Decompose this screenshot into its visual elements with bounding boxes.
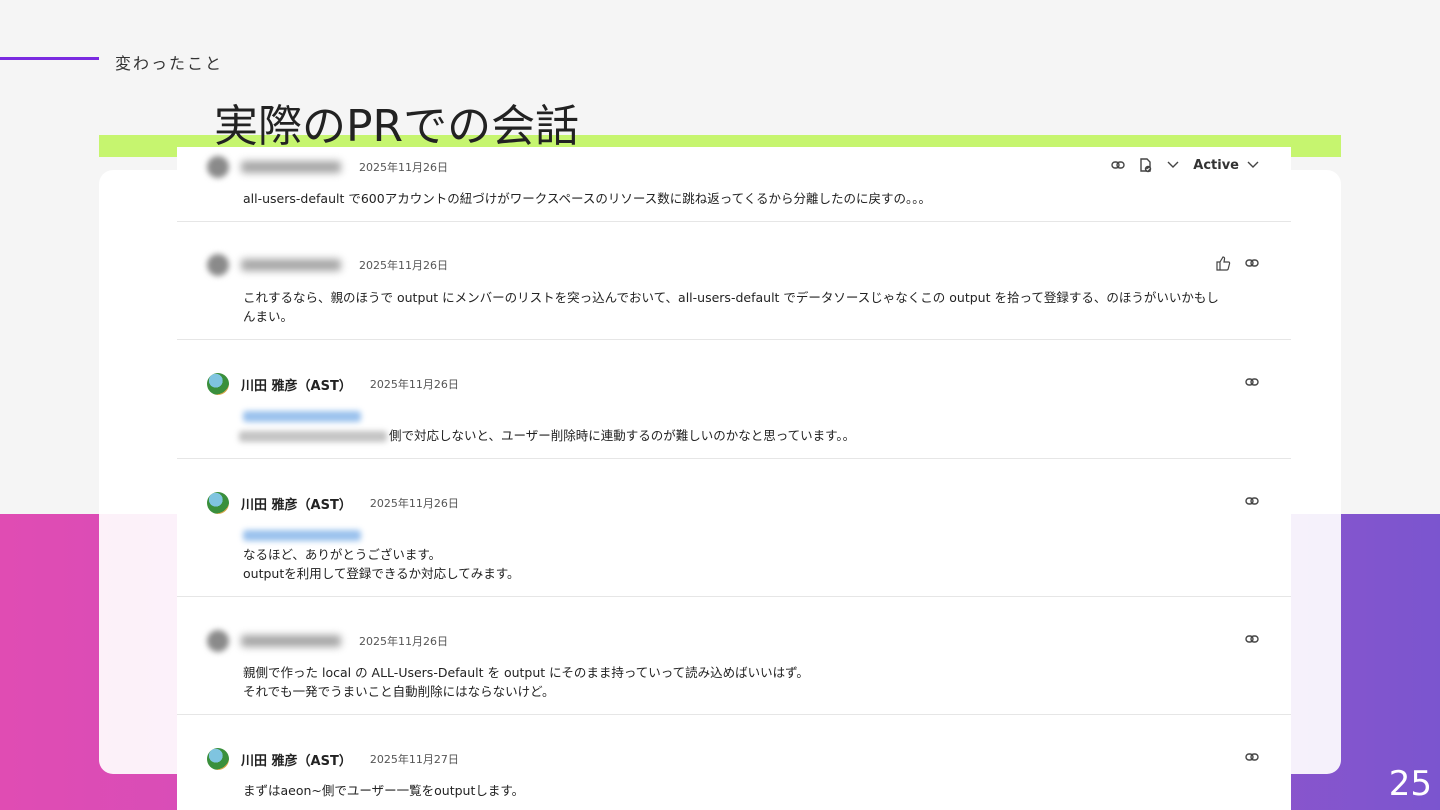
comment-item: 2025年11月26日 これするなら、親のほうで output にメンバーのリス… xyxy=(177,242,1291,340)
comment-line: 側で対応しないと、ユーザー削除時に連動するのが難しいのかなと思っています。。 xyxy=(389,428,856,443)
comment-date: 2025年11月26日 xyxy=(369,378,459,391)
avatar xyxy=(207,373,229,395)
page-number: 25 xyxy=(1388,764,1432,804)
link-icon[interactable] xyxy=(1245,496,1259,506)
link-icon[interactable] xyxy=(1245,377,1259,387)
thumbs-up-icon[interactable] xyxy=(1216,255,1231,271)
mention-redacted xyxy=(243,411,361,422)
comment-item: 2025年11月26日 親側で作った local の ALL-Users-Def… xyxy=(177,617,1291,715)
comment-item: 川田 雅彦（AST） 2025年11月27日 まずはaeon~側でユーザー一覧を… xyxy=(177,735,1291,810)
slide-title: 実際のPRでの会話 xyxy=(214,101,580,152)
comment-date: 2025年11月26日 xyxy=(359,161,448,174)
comment-line: all-users-default で600アカウントの紐づけがワークスペースの… xyxy=(243,191,931,206)
comment-body: 親側で作った local の ALL-Users-Default を outpu… xyxy=(243,663,1273,701)
author-name: 川田 雅彦（AST） xyxy=(241,378,352,394)
comment-date: 2025年11月26日 xyxy=(359,635,448,648)
comment-date: 2025年11月26日 xyxy=(359,259,448,272)
comment-line: 親側で作った local の ALL-Users-Default を outpu… xyxy=(243,665,809,680)
avatar xyxy=(207,748,229,770)
section-accent-line xyxy=(0,57,99,60)
avatar xyxy=(207,254,229,276)
link-icon[interactable] xyxy=(1111,160,1125,170)
comment-body: all-users-default で600アカウントの紐づけがワークスペースの… xyxy=(243,189,1273,208)
comment-line: なるほど、ありがとうございます。 xyxy=(243,547,442,562)
comment-line: それでも一発でうまいこと自動削除にはならないけど。 xyxy=(243,684,555,699)
author-name-redacted xyxy=(241,635,341,647)
link-icon[interactable] xyxy=(1245,258,1259,268)
comment-body: 側で対応しないと、ユーザー削除時に連動するのが難しいのかなと思っています。。 xyxy=(239,408,1273,445)
comment-date: 2025年11月27日 xyxy=(369,753,459,766)
text-redacted xyxy=(239,431,387,442)
link-icon[interactable] xyxy=(1245,634,1259,644)
status-dropdown[interactable]: Active xyxy=(1193,158,1259,173)
comment-line: outputを利用して登録できるか対応してみます。 xyxy=(243,566,520,581)
pr-thread-screenshot: 2025年11月26日 Active all-users-default で60… xyxy=(177,147,1291,810)
author-name: 川田 雅彦（AST） xyxy=(241,497,352,513)
section-label: 変わったこと xyxy=(115,54,224,73)
comment-date: 2025年11月26日 xyxy=(369,497,459,510)
chevron-down-icon[interactable] xyxy=(1167,161,1179,169)
author-name-redacted xyxy=(241,161,341,173)
comment-body: これするなら、親のほうで output にメンバーのリストを突っ込んでおいて、a… xyxy=(243,288,1273,326)
comment-body: まずはaeon~側でユーザー一覧をoutputします。 xyxy=(243,781,1273,800)
comment-line: まずはaeon~側でユーザー一覧をoutputします。 xyxy=(243,783,525,798)
comment-item: 川田 雅彦（AST） 2025年11月26日 側で対応しないと、ユーザー削除時に… xyxy=(177,360,1291,459)
avatar xyxy=(207,630,229,652)
author-name: 川田 雅彦（AST） xyxy=(241,753,352,769)
link-icon[interactable] xyxy=(1245,752,1259,762)
comment-item: 川田 雅彦（AST） 2025年11月26日 なるほど、ありがとうございます。 … xyxy=(177,479,1291,597)
comment-item: 2025年11月26日 Active all-users-default で60… xyxy=(177,147,1291,222)
avatar xyxy=(207,156,229,178)
status-label: Active xyxy=(1193,157,1239,173)
comment-line: んまい。 xyxy=(243,309,294,324)
avatar xyxy=(207,492,229,514)
resolve-status-icon[interactable] xyxy=(1139,157,1153,173)
mention-redacted xyxy=(243,530,361,541)
comment-body: なるほど、ありがとうございます。 outputを利用して登録できるか対応してみま… xyxy=(243,527,1273,583)
author-name-redacted xyxy=(241,259,341,271)
chevron-down-icon xyxy=(1247,161,1259,168)
comment-line: これするなら、親のほうで output にメンバーのリストを突っ込んでおいて、a… xyxy=(243,290,1219,305)
